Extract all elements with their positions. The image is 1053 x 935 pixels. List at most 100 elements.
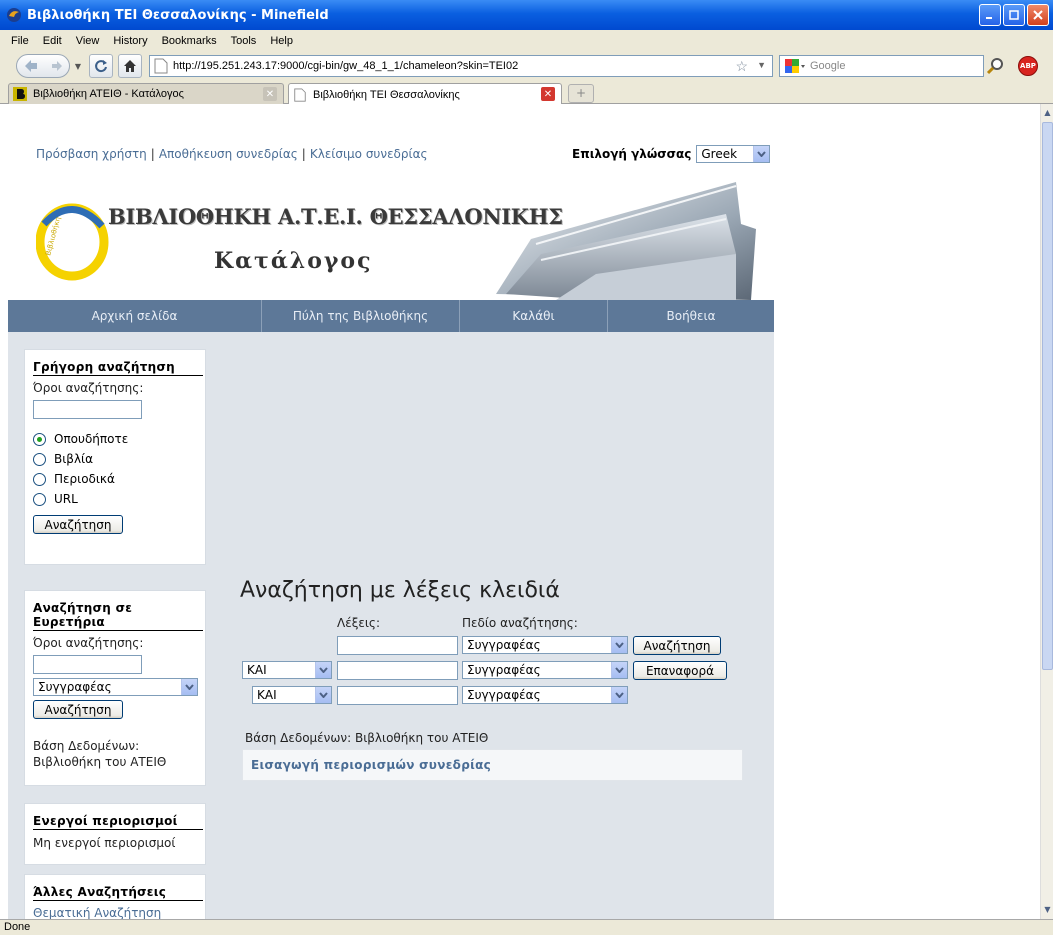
other-searches-title: Άλλες Αναζητήσεις: [33, 885, 203, 901]
quick-search-button[interactable]: Αναζήτηση: [33, 515, 123, 534]
language-select[interactable]: Greek: [696, 145, 771, 163]
chevron-down-icon: [753, 146, 770, 162]
language-value: Greek: [701, 147, 738, 161]
field-value: Συγγραφέας: [467, 663, 541, 677]
field-column-label: Πεδίο αναζήτησης:: [462, 616, 578, 630]
home-button[interactable]: [118, 54, 142, 78]
window-title: Βιβλιοθήκη ΤΕΙ Θεσσαλονίκης - Minefield: [27, 7, 329, 23]
web-search-box[interactable]: Google: [779, 55, 984, 77]
url-text: http://195.251.243.17:9000/cgi-bin/gw_48…: [173, 60, 519, 72]
reload-button[interactable]: [89, 54, 113, 78]
index-field-select[interactable]: Συγγραφέας: [33, 678, 198, 696]
link-user-access[interactable]: Πρόσβαση χρήστη: [36, 147, 147, 161]
tab-library-catalog[interactable]: Βιβλιοθήκη ΑΤΕΙΘ - Κατάλογος ✕: [8, 83, 284, 104]
menu-view[interactable]: View: [69, 35, 107, 47]
link-subject-search[interactable]: Θεματική Αναζήτηση: [33, 906, 197, 919]
vertical-scrollbar[interactable]: ▲ ▼: [1040, 104, 1053, 919]
radio-button[interactable]: [33, 492, 46, 506]
status-bar: Done: [0, 919, 1053, 935]
index-search-terms-label: Όροι αναζήτησης:: [33, 636, 144, 650]
field-select-3[interactable]: Συγγραφέας: [462, 686, 628, 704]
radio-button[interactable]: [33, 432, 46, 446]
index-search-button[interactable]: Αναζήτηση: [33, 700, 123, 719]
minimize-button[interactable]: [979, 4, 1001, 26]
adblock-plus-icon[interactable]: ABP: [1018, 56, 1038, 76]
google-engine-icon[interactable]: [780, 56, 810, 76]
minefield-app-icon: [7, 8, 21, 22]
scroll-down-icon[interactable]: ▼: [1042, 903, 1053, 917]
link-close-session[interactable]: Κλείσιμο συνεδρίας: [310, 147, 428, 161]
radio-url[interactable]: URL: [33, 492, 197, 506]
tab-label: Βιβλιοθήκη ΑΤΕΙΘ - Κατάλογος: [33, 88, 184, 100]
index-search-box: Αναζήτηση σε Ευρετήρια Όροι αναζήτησης: …: [24, 590, 206, 786]
tab-close-icon[interactable]: ✕: [541, 87, 555, 101]
back-arrow-icon[interactable]: [22, 57, 40, 75]
top-links: Πρόσβαση χρήστη | Αποθήκευση συνεδρίας | Κλε…: [36, 147, 428, 161]
index-field-value: Συγγραφέας: [38, 680, 112, 694]
url-bar[interactable]: http://195.251.243.17:9000/cgi-bin/gw_48…: [149, 55, 773, 77]
home-icon: [124, 60, 136, 72]
forward-arrow-icon[interactable]: [50, 59, 64, 73]
field-value: Συγγραφέας: [467, 638, 541, 652]
operator-select-2[interactable]: ΚΑΙ: [242, 661, 332, 679]
session-limits-link[interactable]: Εισαγωγή περιορισμών συνεδρίας: [242, 749, 743, 781]
field-select-2[interactable]: Συγγραφέας: [462, 661, 628, 679]
menu-file[interactable]: File: [4, 35, 36, 47]
operator-select-3[interactable]: ΚΑΙ: [252, 686, 332, 704]
nav-home[interactable]: Αρχική σελίδα: [8, 300, 262, 332]
chevron-down-icon: [611, 662, 627, 678]
scroll-up-icon[interactable]: ▲: [1042, 106, 1053, 120]
radio-label: URL: [54, 492, 78, 506]
banner-subtitle: Κατάλογος: [214, 248, 373, 274]
tab-tei-library[interactable]: Βιβλιοθήκη ΤΕΙ Θεσσαλονίκης ✕: [288, 83, 562, 105]
menu-help[interactable]: Help: [263, 35, 300, 47]
tab-close-icon[interactable]: ✕: [263, 87, 277, 101]
url-dropdown-icon[interactable]: ▼: [757, 60, 766, 70]
quick-search-input[interactable]: [33, 400, 142, 419]
new-tab-button[interactable]: +: [568, 84, 594, 103]
active-limits-box: Ενεργοί περιορισμοί Μη ενεργοί περιορισμ…: [24, 803, 206, 865]
keyword-input-1[interactable]: [337, 636, 458, 655]
close-window-button[interactable]: [1027, 4, 1049, 26]
field-select-1[interactable]: Συγγραφέας: [462, 636, 628, 654]
library-banner: Βιβλιοθήκη ΒΙΒΛΙΟΘΗΚΗ Α.Τ.Ε.Ι. ΘΕΣΣΑΛΟΝΙ…: [36, 164, 774, 300]
radio-button[interactable]: [33, 472, 46, 486]
nav-help[interactable]: Βοήθεια: [608, 300, 774, 332]
operator-value: ΚΑΙ: [247, 663, 267, 677]
main-navigation: Αρχική σελίδα Πύλη της Βιβλιοθήκης Καλάθ…: [8, 300, 774, 332]
radio-anywhere[interactable]: Οπουδήποτε: [33, 432, 197, 446]
magnifier-icon[interactable]: [986, 56, 1006, 76]
back-forward-group: [16, 54, 70, 78]
banner-title: ΒΙΒΛΙΟΘΗΚΗ Α.Τ.Ε.Ι. ΘΕΣΣΑΛΟΝΙΚΗΣ: [108, 204, 563, 229]
active-limits-text: Μη ενεργοί περιορισμοί: [33, 836, 176, 850]
page-icon: [154, 58, 168, 74]
menu-edit[interactable]: Edit: [36, 35, 69, 47]
menu-history[interactable]: History: [106, 35, 154, 47]
radio-label: Βιβλία: [54, 452, 94, 466]
radio-periodicals[interactable]: Περιοδικά: [33, 472, 197, 486]
bookmark-star-icon[interactable]: ☆: [735, 58, 748, 75]
history-dropdown-button[interactable]: ▼: [72, 54, 84, 78]
language-label: Επιλογή γλώσσας: [572, 147, 692, 161]
maximize-button[interactable]: [1003, 4, 1025, 26]
radio-books[interactable]: Βιβλία: [33, 452, 197, 466]
keyword-search-button[interactable]: Αναζήτηση: [633, 636, 721, 655]
navigation-toolbar: ▼ http://195.251.243.17:9000/cgi-bin/gw_…: [0, 51, 1053, 81]
menubar: File Edit View History Bookmarks Tools H…: [0, 30, 1053, 51]
reload-icon: [95, 60, 107, 73]
menu-tools[interactable]: Tools: [224, 35, 264, 47]
keyword-input-2[interactable]: [337, 661, 458, 680]
keyword-db-line: Βάση Δεδομένων: Βιβλιοθήκη του ΑΤΕΙΘ: [245, 731, 489, 745]
index-search-title: Αναζήτηση σε Ευρετήρια: [33, 601, 203, 631]
menu-bookmarks[interactable]: Bookmarks: [155, 35, 224, 47]
radio-button[interactable]: [33, 452, 46, 466]
nav-library-portal[interactable]: Πύλη της Βιβλιοθήκης: [262, 300, 460, 332]
nav-basket[interactable]: Καλάθι: [460, 300, 608, 332]
scroll-thumb[interactable]: [1042, 122, 1053, 670]
reset-button[interactable]: Επαναφορά: [633, 661, 727, 680]
index-db-label: Βάση Δεδομένων:: [33, 739, 140, 753]
keyword-input-3[interactable]: [337, 686, 458, 705]
link-save-session[interactable]: Αποθήκευση συνεδρίας: [159, 147, 298, 161]
index-search-input[interactable]: [33, 655, 142, 674]
chevron-down-icon: [611, 687, 627, 703]
